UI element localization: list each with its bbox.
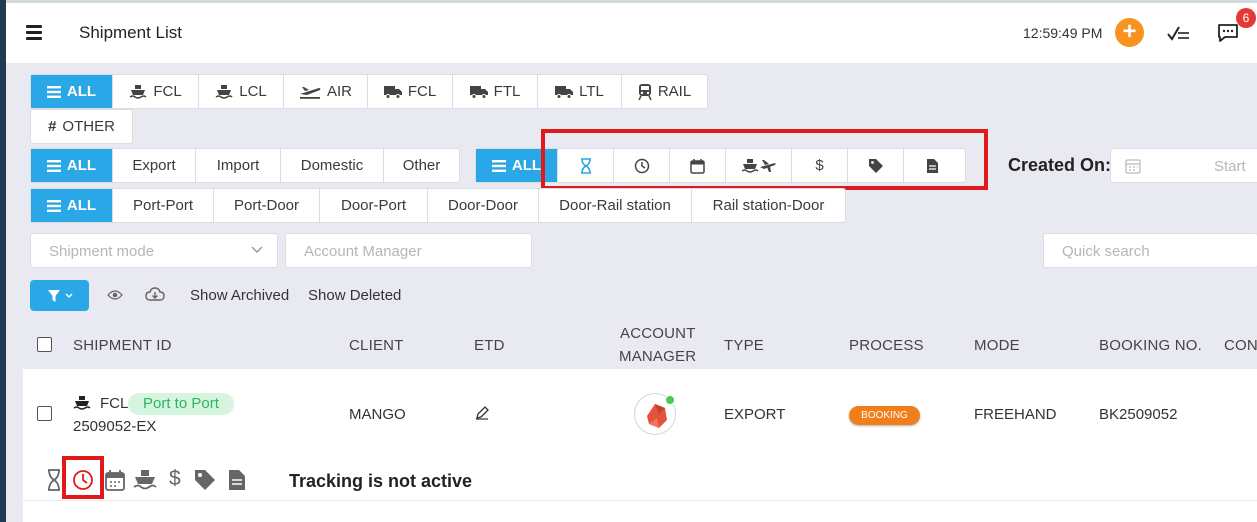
checklist-icon[interactable] — [1166, 23, 1190, 43]
sidebar-edge — [0, 0, 6, 522]
col-account-manager-line1[interactable]: ACCOUNT — [620, 325, 696, 342]
tab-import[interactable]: Import — [196, 149, 281, 182]
shipment-mode-select[interactable]: Shipment mode — [30, 233, 278, 268]
calendar-icon[interactable] — [105, 469, 125, 491]
shipment-mode: FREEHAND — [974, 406, 1057, 423]
created-on-label: Created On: — [1008, 155, 1112, 175]
app-header: Shipment List 12:59:49 PM + — [6, 3, 1257, 63]
bars-icon — [46, 159, 61, 172]
col-shipment-id[interactable]: SHIPMENT ID — [73, 337, 172, 354]
process-badge: BOOKING — [849, 406, 920, 425]
highlight-box-status-tabs — [541, 129, 988, 190]
tab-rail-station-door[interactable]: Rail station-Door — [692, 189, 845, 222]
ship-icon — [73, 396, 91, 410]
tab-port-port[interactable]: Port-Port — [113, 189, 214, 222]
booking-number: BK2509052 — [1099, 406, 1178, 423]
bars-icon — [46, 199, 61, 212]
notification-badge: 6 — [1236, 8, 1256, 28]
tab-other-mode[interactable]: # OTHER — [31, 110, 132, 143]
start-date-placeholder: Start — [1214, 158, 1246, 175]
tab-port-door[interactable]: Port-Door — [214, 189, 320, 222]
col-account-manager-line2[interactable]: MANAGER — [619, 348, 696, 365]
shipment-kind: FCL — [100, 395, 129, 412]
online-status-dot — [665, 395, 675, 405]
edit-pencil-icon[interactable] — [475, 406, 489, 420]
menu-icon[interactable] — [26, 25, 42, 40]
col-process[interactable]: PROCESS — [849, 337, 924, 354]
chat-icon[interactable] — [1217, 23, 1239, 43]
bars-icon — [491, 159, 506, 172]
truck-icon — [383, 85, 402, 99]
quick-search-input[interactable]: Quick search — [1043, 233, 1257, 268]
tab-all-routes[interactable]: ALL — [31, 189, 113, 222]
select-all-checkbox[interactable] — [37, 337, 52, 352]
eye-icon[interactable] — [107, 289, 123, 301]
ship-icon[interactable] — [133, 469, 157, 491]
tab-rail[interactable]: RAIL — [622, 75, 707, 108]
filter-dropdown-button[interactable] — [30, 280, 89, 311]
tab-ftl[interactable]: FTL — [453, 75, 538, 108]
cloud-download-icon[interactable] — [145, 287, 165, 303]
chevron-down-icon — [251, 246, 263, 254]
truck-icon — [555, 85, 574, 99]
shipment-id[interactable]: 2509052-EX — [73, 418, 156, 435]
hash-icon: # — [48, 118, 57, 135]
page-title: Shipment List — [79, 23, 182, 42]
calendar-icon — [1125, 159, 1141, 174]
dollar-icon[interactable]: $ — [169, 467, 181, 491]
add-button[interactable]: + — [1115, 18, 1144, 47]
highlight-box-clock — [62, 456, 104, 499]
tab-door-port[interactable]: Door-Port — [320, 189, 428, 222]
col-etd[interactable]: ETD — [474, 337, 505, 354]
ship-icon — [129, 84, 147, 99]
created-on-start-date[interactable]: Start — [1110, 148, 1257, 183]
plane-icon — [299, 86, 321, 99]
tab-domestic[interactable]: Domestic — [281, 149, 384, 182]
col-mode[interactable]: MODE — [974, 337, 1020, 354]
table-row[interactable]: FCL Port to Port 2509052-EX MANGO EXPORT… — [23, 369, 1257, 522]
tab-lcl-sea[interactable]: LCL — [199, 75, 284, 108]
bars-icon — [46, 85, 61, 98]
tab-door-door[interactable]: Door-Door — [428, 189, 539, 222]
tab-fcl-truck[interactable]: FCL — [368, 75, 453, 108]
tab-all-modes[interactable]: ALL — [31, 75, 113, 108]
direction-tabs: ALL Export Import Domestic Other — [30, 148, 460, 183]
hourglass-icon[interactable] — [47, 469, 61, 491]
tab-ltl[interactable]: LTL — [538, 75, 622, 108]
route-tabs: ALL Port-Port Port-Door Door-Port Door-D… — [30, 188, 846, 223]
current-time: 12:59:49 PM — [1023, 25, 1103, 41]
col-booking-no[interactable]: BOOKING NO. — [1099, 337, 1202, 354]
col-type[interactable]: TYPE — [724, 337, 764, 354]
route-badge: Port to Port — [128, 393, 234, 415]
tab-export[interactable]: Export — [113, 149, 196, 182]
col-client[interactable]: CLIENT — [349, 337, 404, 354]
show-deleted-link[interactable]: Show Deleted — [308, 287, 401, 304]
chevron-down-icon — [64, 292, 73, 298]
ship-icon — [215, 84, 233, 99]
client-name: MANGO — [349, 406, 406, 423]
shipment-type: EXPORT — [724, 406, 786, 423]
tab-air[interactable]: AIR — [284, 75, 368, 108]
tracking-status-text: Tracking is not active — [289, 471, 473, 491]
truck-icon — [469, 85, 488, 99]
train-icon — [638, 83, 652, 100]
mode-tabs: ALL FCL LCL AIR FCL FTL LTL RAIL — [30, 74, 708, 109]
tab-fcl-sea[interactable]: FCL — [113, 75, 199, 108]
tab-other-direction[interactable]: Other — [384, 149, 459, 182]
filter-icon — [47, 289, 60, 302]
show-archived-link[interactable]: Show Archived — [190, 287, 289, 304]
row-divider — [23, 500, 1257, 501]
other-tab-group: # OTHER — [30, 109, 133, 144]
row-checkbox[interactable] — [37, 406, 52, 421]
account-manager-select[interactable]: Account Manager — [285, 233, 532, 268]
tag-icon[interactable] — [194, 469, 216, 491]
tab-door-rail-station[interactable]: Door-Rail station — [539, 189, 692, 222]
document-icon[interactable] — [228, 469, 246, 491]
tab-all-directions[interactable]: ALL — [31, 149, 113, 182]
col-container[interactable]: CON — [1224, 337, 1257, 354]
